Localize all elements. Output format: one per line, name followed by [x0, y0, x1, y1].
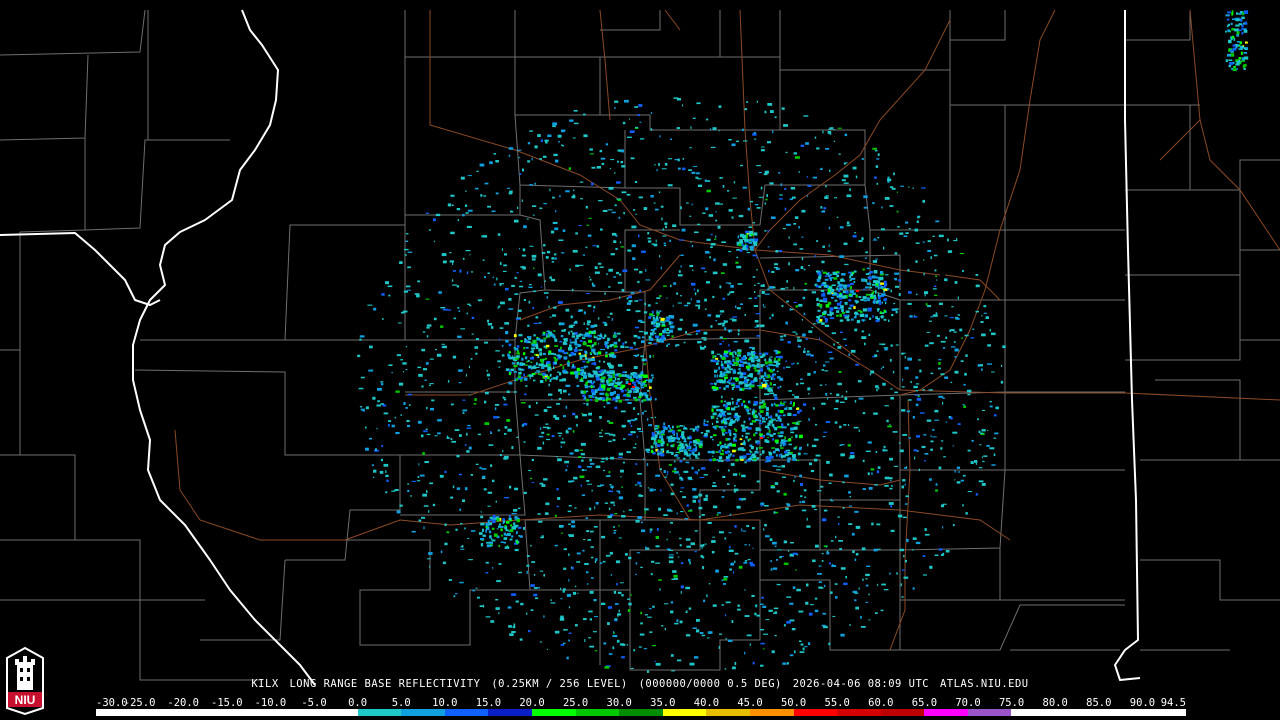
colorbar-segment — [924, 709, 968, 716]
radar-map — [0, 0, 1280, 720]
colorbar-segment — [575, 709, 620, 716]
scale-label: 10.0 — [432, 697, 458, 709]
scale-label: 70.0 — [955, 697, 981, 709]
timestamp: 2026-04-06 08:09 UTC — [792, 678, 930, 690]
scale-label: -5.0 — [301, 697, 327, 709]
product-caption: KILX LONG RANGE BASE REFLECTIVITY (0.25K… — [0, 678, 1280, 690]
scale-label: 0.0 — [348, 697, 368, 709]
scale-label: 35.0 — [650, 697, 676, 709]
scale-label: -20.0 — [167, 697, 199, 709]
colorbar-segment — [880, 709, 925, 716]
colorbar-segment — [183, 709, 227, 716]
dbz-colorbar — [96, 709, 1186, 716]
station-id: KILX — [251, 678, 279, 690]
scale-label: -10.0 — [254, 697, 287, 709]
scale-label: 25.0 — [562, 697, 589, 709]
scale-label: 15.0 — [475, 697, 502, 709]
scale-label: -25.0 — [123, 697, 156, 709]
scale-label: 75.0 — [998, 697, 1025, 709]
colorbar-segment — [444, 709, 489, 716]
colorbar-segment — [401, 709, 445, 716]
colorbar-segment — [619, 709, 663, 716]
scale-label: -15.0 — [210, 697, 243, 709]
colorbar-segment — [1098, 709, 1143, 716]
colorbar-segment — [531, 709, 576, 716]
scale-label: 80.0 — [1042, 697, 1068, 709]
niu-logo-text: NIU — [15, 693, 36, 707]
scale-label: 94.5 — [1160, 697, 1186, 709]
scale-label: 85.0 — [1086, 697, 1112, 709]
scale-label: 20.0 — [519, 697, 545, 709]
colorbar-segment — [1055, 709, 1099, 716]
colorbar-segment — [967, 709, 1012, 716]
dbz-scale-labels: -30.0 -25.0 -20.0 -15.0 -10.0 -5.0 0.0 5.0 10.0 1… — [96, 697, 1186, 709]
colorbar-segment — [793, 709, 838, 716]
source-site: ATLAS.NIU.EDU — [939, 678, 1029, 690]
scale-label: 40.0 — [693, 697, 720, 709]
colorbar-segment — [357, 709, 402, 716]
colorbar-segment — [96, 709, 140, 716]
scale-label: 5.0 — [391, 697, 411, 709]
scale-label: 30.0 — [606, 697, 632, 709]
colorbar-segment — [313, 709, 358, 716]
colorbar-segment — [226, 709, 271, 716]
scale-label: 45.0 — [737, 697, 763, 709]
colorbar-segment — [749, 709, 794, 716]
scale-label: 90.0 — [1129, 697, 1156, 709]
volume-info: (000000/0000 0.5 DEG) — [638, 678, 782, 690]
scale-label: 60.0 — [868, 697, 894, 709]
colorbar-segment — [662, 709, 707, 716]
colorbar-segment — [270, 709, 314, 716]
scale-label: 55.0 — [824, 697, 850, 709]
colorbar-segment — [488, 709, 532, 716]
colorbar-segment — [837, 709, 881, 716]
colorbar-segment — [1142, 709, 1186, 716]
colorbar-segment — [139, 709, 184, 716]
scale-label: 65.0 — [911, 697, 938, 709]
resolution-info: (0.25KM / 256 LEVEL) — [491, 678, 628, 690]
scale-label: 50.0 — [780, 697, 807, 709]
product-name: LONG RANGE BASE REFLECTIVITY — [289, 678, 481, 690]
colorbar-segment — [1011, 709, 1056, 716]
ground-clutter-hole — [652, 363, 708, 407]
colorbar-segment — [706, 709, 750, 716]
